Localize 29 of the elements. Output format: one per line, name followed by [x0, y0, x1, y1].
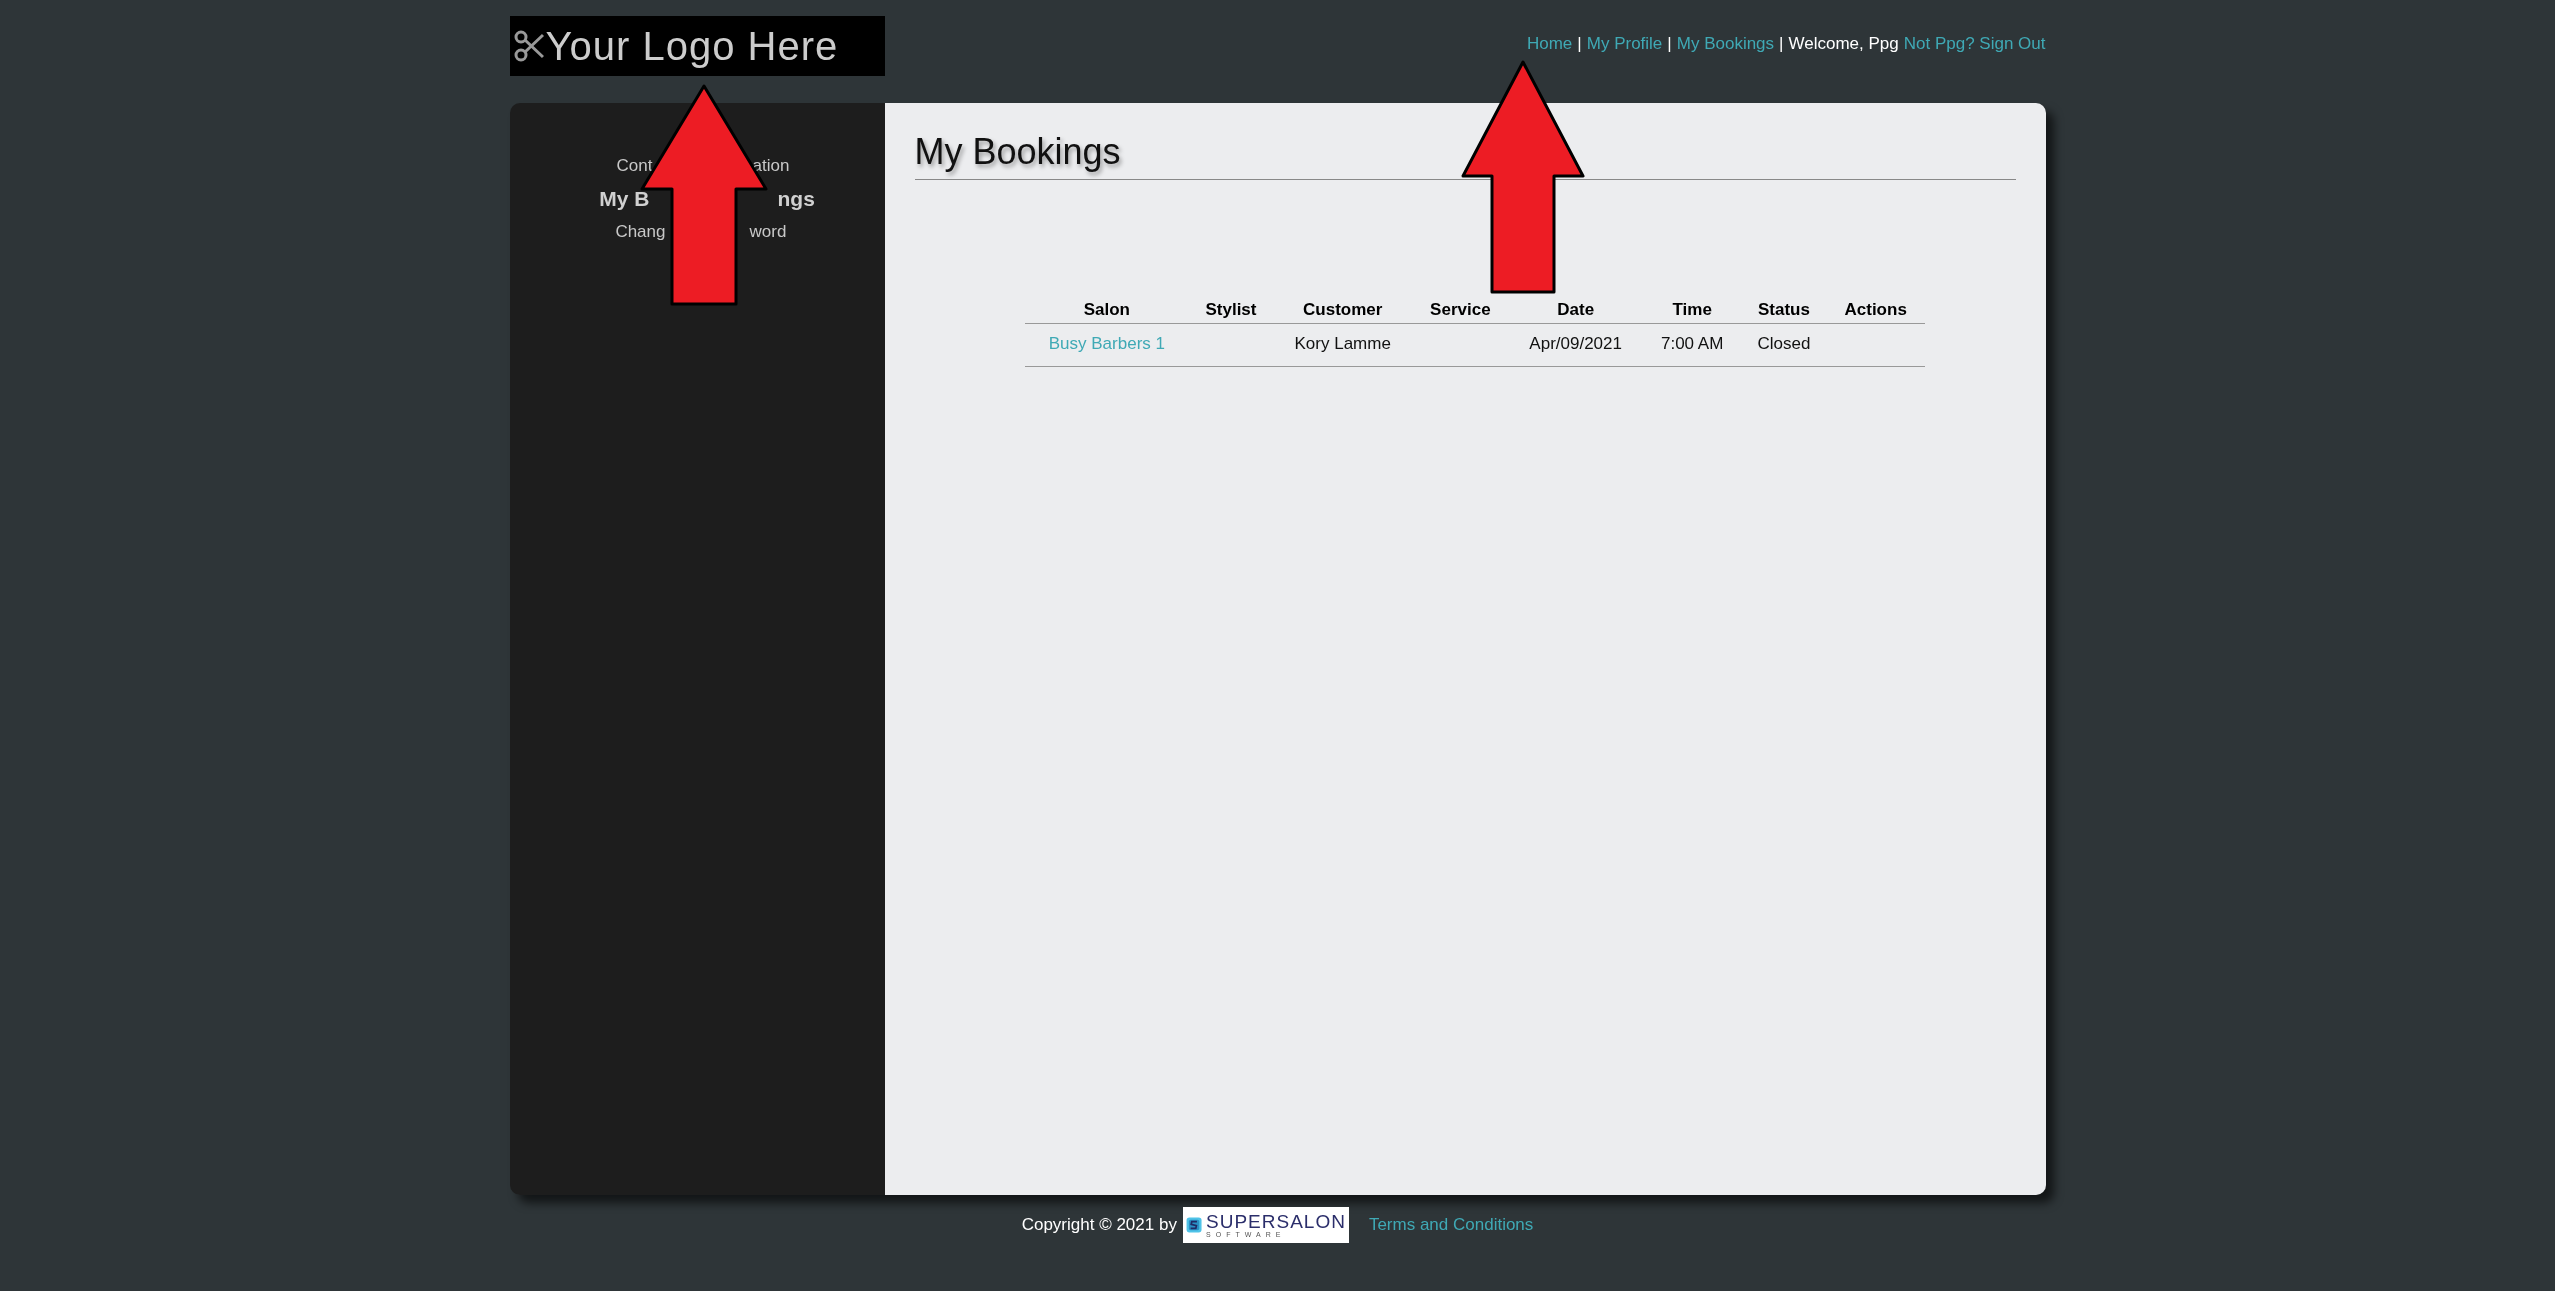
sidebar-item-text[interactable]: word — [749, 219, 787, 244]
column-header: Salon — [1024, 294, 1190, 324]
scissors-icon — [513, 29, 544, 63]
column-header: Time — [1643, 294, 1741, 324]
column-header: Actions — [1826, 294, 1925, 324]
table-cell: Closed — [1741, 323, 1827, 367]
sidebar-item-text[interactable]: ngs — [777, 186, 815, 211]
nav-link[interactable]: My Bookings — [1676, 34, 1775, 54]
table-cell: Kory Lamme — [1272, 323, 1413, 367]
column-header: Stylist — [1189, 294, 1273, 324]
brand-name: SUPERSALON — [1206, 1212, 1346, 1231]
sidebar-item-text[interactable]: Chang — [615, 219, 666, 244]
separator: | — [1779, 34, 1784, 54]
copyright-text: Copyright © 2021 by — [1021, 1215, 1177, 1235]
column-header: Status — [1741, 294, 1827, 324]
sidebar-item-text[interactable]: My B — [599, 186, 650, 211]
separator: | — [1667, 34, 1672, 54]
terms-link[interactable]: Terms and Conditions — [1368, 1215, 1534, 1235]
table-cell: Apr/09/2021 — [1508, 323, 1644, 367]
separator: | — [1577, 34, 1582, 54]
column-header: Customer — [1272, 294, 1413, 324]
table-cell: 7:00 AM — [1643, 323, 1741, 367]
logo-text: Your Logo Here — [545, 23, 839, 69]
nav-link[interactable]: My Profile — [1586, 34, 1663, 54]
nav-link[interactable]: Home — [1526, 34, 1573, 54]
logo[interactable]: Your Logo Here — [509, 16, 885, 76]
sidebar-item-text[interactable]: Cont — [616, 153, 653, 178]
nav-link[interactable]: Not Ppg? Sign Out — [1903, 34, 2046, 54]
welcome-text: Welcome, Ppg — [1788, 34, 1899, 54]
